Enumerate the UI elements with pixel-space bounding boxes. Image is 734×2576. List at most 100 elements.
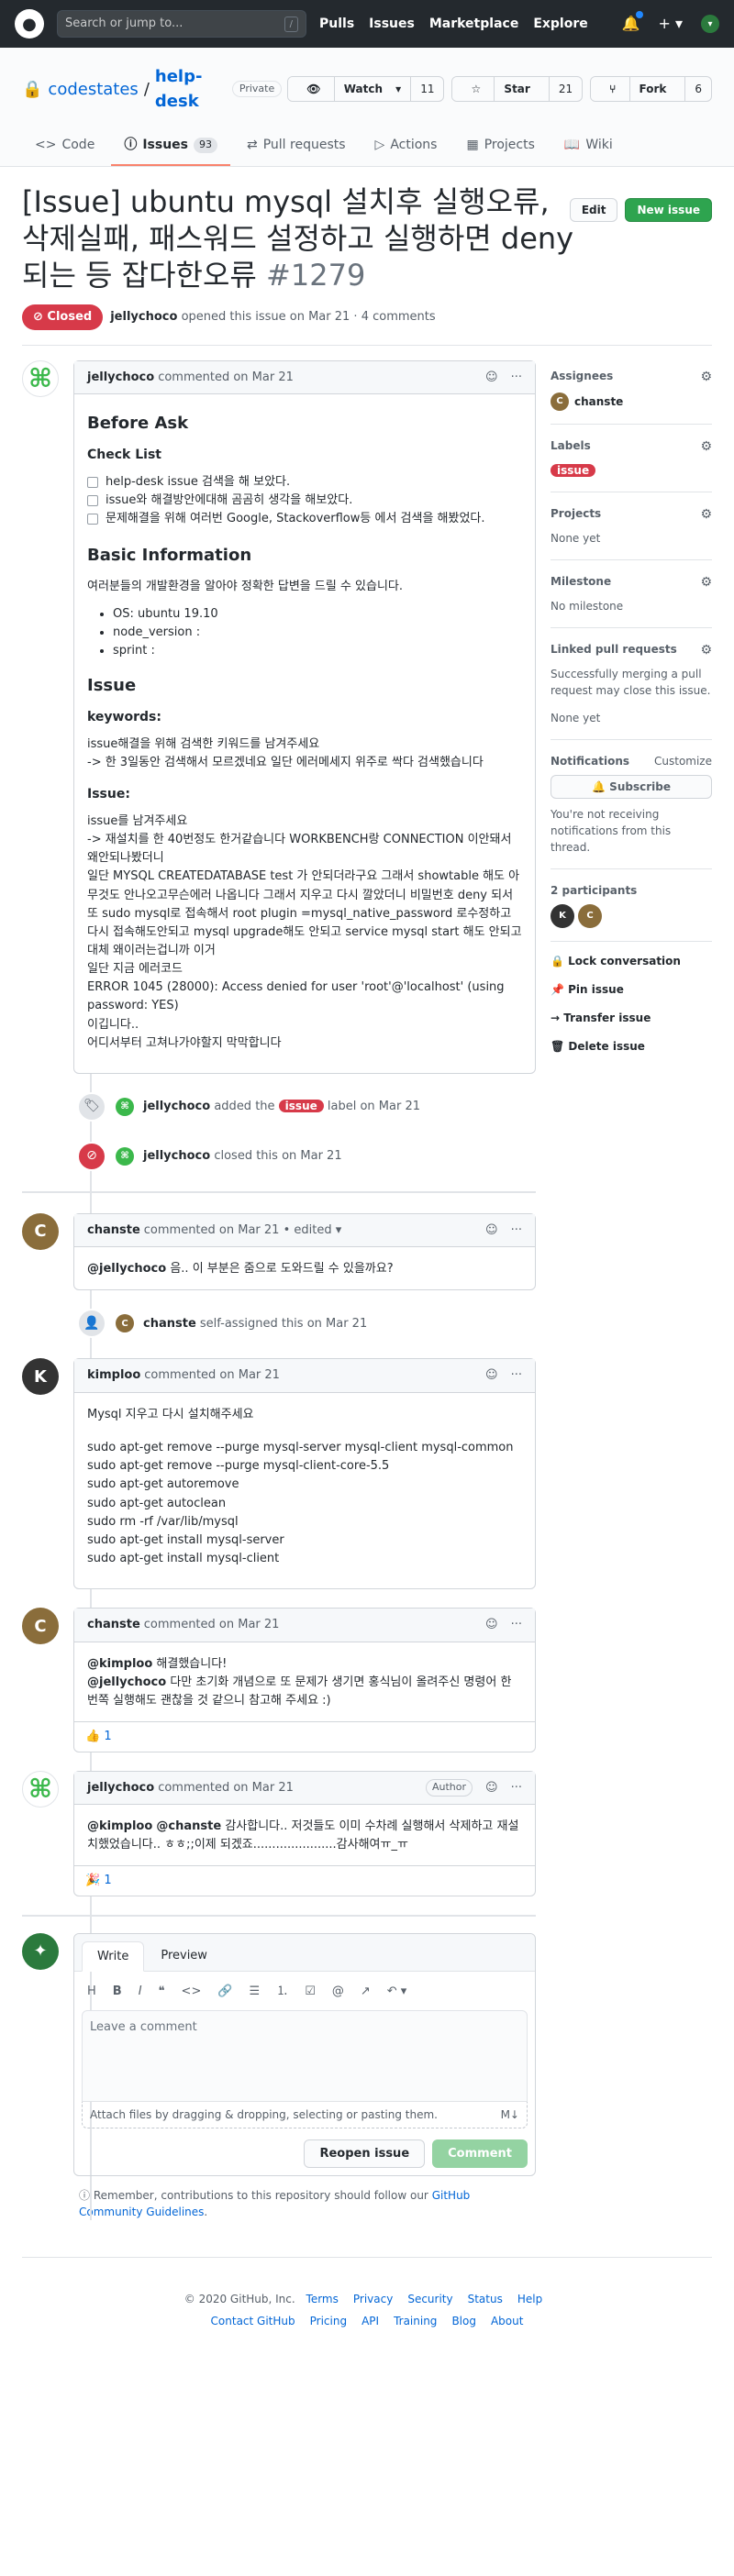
new-issue-button[interactable]: New issue xyxy=(625,198,712,222)
quote-icon[interactable]: ❝ xyxy=(159,1983,165,2001)
smiley-icon[interactable]: ☺ xyxy=(485,1366,498,1385)
avatar[interactable]: ⌘ xyxy=(22,1770,59,1808)
unordered-list-icon[interactable]: ☰ xyxy=(250,1983,261,2001)
comment-textarea[interactable]: Leave a comment xyxy=(82,2009,528,2102)
gear-icon[interactable]: ⚙ xyxy=(700,368,712,387)
footer-link[interactable]: Contact GitHub xyxy=(211,2315,295,2327)
comment-button[interactable]: Comment xyxy=(432,2139,528,2169)
mention-link[interactable]: @jellychoco xyxy=(87,1262,166,1276)
gear-icon[interactable]: ⚙ xyxy=(700,573,712,592)
tab-preview[interactable]: Preview xyxy=(146,1941,222,1972)
notification-bell-icon[interactable]: 🔔 xyxy=(622,11,644,35)
mention-link[interactable]: @jellychoco xyxy=(87,1675,166,1689)
search-input[interactable]: Search or jump to... / xyxy=(57,10,306,38)
mention-link[interactable]: @kimploo xyxy=(87,1657,152,1671)
subscribe-button[interactable]: 🔔 Subscribe xyxy=(550,774,712,799)
link-icon[interactable]: 🔗 xyxy=(217,1983,232,2001)
avatar[interactable]: C xyxy=(116,1314,134,1333)
gear-icon[interactable]: ⚙ xyxy=(700,437,712,457)
avatar[interactable]: K xyxy=(22,1358,59,1396)
footer-link[interactable]: Training xyxy=(394,2315,437,2327)
repo-name-link[interactable]: help-desk xyxy=(155,64,221,114)
tab-projects[interactable]: ▦ Projects xyxy=(453,128,547,166)
kebab-horizontal-icon[interactable]: ··· xyxy=(511,369,522,387)
footer-link[interactable]: Pricing xyxy=(310,2315,347,2327)
bold-icon[interactable]: B xyxy=(113,1983,122,2001)
avatar[interactable]: ⌘ xyxy=(22,359,59,397)
issue-author[interactable]: jellychoco xyxy=(110,310,177,324)
italic-icon[interactable]: I xyxy=(139,1983,142,2001)
avatar[interactable]: ⌘ xyxy=(116,1146,134,1166)
attach-files[interactable]: Attach files by dragging & dropping, sel… xyxy=(82,2101,528,2128)
delete-issue-link[interactable]: 🗑 Delete issue xyxy=(550,1033,712,1061)
participant-avatar[interactable]: K xyxy=(550,903,574,928)
gear-icon[interactable]: ⚙ xyxy=(700,641,712,660)
tab-pull-requests[interactable]: ⇄ Pull requests xyxy=(234,128,359,166)
avatar[interactable]: C xyxy=(22,1212,59,1250)
footer-link[interactable]: Blog xyxy=(451,2315,476,2327)
comment-author[interactable]: chanste xyxy=(87,1616,140,1634)
footer-link[interactable]: About xyxy=(491,2315,523,2327)
repo-owner-link[interactable]: codestates xyxy=(48,77,138,102)
comment-author[interactable]: chanste xyxy=(87,1222,140,1240)
kebab-horizontal-icon[interactable]: ··· xyxy=(511,1779,522,1797)
transfer-issue-link[interactable]: → Transfer issue xyxy=(550,1004,712,1033)
tab-actions[interactable]: ▷ Actions xyxy=(362,128,450,166)
tab-issues[interactable]: ⓘ Issues 93 xyxy=(111,128,230,166)
avatar[interactable]: ⌘ xyxy=(116,1097,134,1116)
comment-author[interactable]: kimploo xyxy=(87,1366,140,1385)
nav-explore[interactable]: Explore xyxy=(533,15,587,34)
fork-count[interactable]: 6 xyxy=(685,77,711,101)
reply-icon[interactable]: ↶ ▾ xyxy=(387,1983,407,2001)
mention-icon[interactable]: @ xyxy=(332,1983,344,2001)
issue-label[interactable]: issue xyxy=(278,1100,324,1113)
avatar[interactable]: C xyxy=(550,392,569,411)
gear-icon[interactable]: ⚙ xyxy=(700,505,712,525)
issue-label[interactable]: issue xyxy=(550,463,596,477)
watch-button[interactable]: 👁 Watch ▾ 11 xyxy=(287,76,445,102)
reaction-thumbs-up[interactable]: 👍 1 xyxy=(74,1721,535,1752)
heading-icon[interactable]: H xyxy=(87,1983,96,2001)
customize-link[interactable]: Customize xyxy=(654,753,712,769)
kebab-horizontal-icon[interactable]: ··· xyxy=(511,1366,522,1385)
assignee-link[interactable]: chanste xyxy=(574,393,623,410)
lock-conversation-link[interactable]: 🔒 Lock conversation xyxy=(550,947,712,976)
tab-wiki[interactable]: 📖 Wiki xyxy=(551,128,626,166)
pin-issue-link[interactable]: 📌 Pin issue xyxy=(550,976,712,1004)
user-avatar[interactable]: ▾ xyxy=(701,15,719,33)
cross-reference-icon[interactable]: ↗ xyxy=(361,1983,371,2001)
smiley-icon[interactable]: ☺ xyxy=(485,369,498,387)
footer-link[interactable]: Security xyxy=(407,2293,452,2305)
avatar[interactable]: C xyxy=(22,1608,59,1645)
smiley-icon[interactable]: ☺ xyxy=(485,1222,498,1240)
footer-link[interactable]: API xyxy=(361,2315,379,2327)
kebab-horizontal-icon[interactable]: ··· xyxy=(511,1222,522,1240)
create-new-icon[interactable]: + ▾ xyxy=(658,13,683,35)
avatar[interactable]: ✦ xyxy=(22,1932,59,1970)
code-icon[interactable]: <> xyxy=(182,1983,202,2001)
smiley-icon[interactable]: ☺ xyxy=(485,1779,498,1797)
fork-button[interactable]: ⑂ Fork 6 xyxy=(590,76,712,102)
smiley-icon[interactable]: ☺ xyxy=(485,1616,498,1634)
reopen-issue-button[interactable]: Reopen issue xyxy=(304,2139,426,2169)
task-list-icon[interactable]: ☑ xyxy=(305,1983,316,2001)
nav-marketplace[interactable]: Marketplace xyxy=(429,15,518,34)
comment-author[interactable]: jellychoco xyxy=(87,1779,154,1797)
nav-pulls[interactable]: Pulls xyxy=(319,15,354,34)
reaction-tada[interactable]: 🎉 1 xyxy=(74,1865,535,1896)
participant-avatar[interactable]: C xyxy=(578,903,602,928)
ordered-list-icon[interactable]: ⒈ xyxy=(276,1983,288,2001)
edit-button[interactable]: Edit xyxy=(569,198,618,222)
footer-link[interactable]: Privacy xyxy=(353,2293,393,2305)
tab-write[interactable]: Write xyxy=(82,1940,145,1973)
github-logo-icon[interactable]: ● xyxy=(15,9,44,39)
mention-link[interactable]: @chanste xyxy=(156,1819,221,1833)
watch-count[interactable]: 11 xyxy=(411,77,443,101)
tab-code[interactable]: <> Code xyxy=(22,128,107,166)
nav-issues[interactable]: Issues xyxy=(369,15,415,34)
footer-link[interactable]: Help xyxy=(517,2293,542,2305)
footer-link[interactable]: Terms xyxy=(306,2293,339,2305)
mention-link[interactable]: @kimploo xyxy=(87,1819,152,1833)
footer-link[interactable]: Status xyxy=(468,2293,503,2305)
comment-author[interactable]: jellychoco xyxy=(87,369,154,387)
